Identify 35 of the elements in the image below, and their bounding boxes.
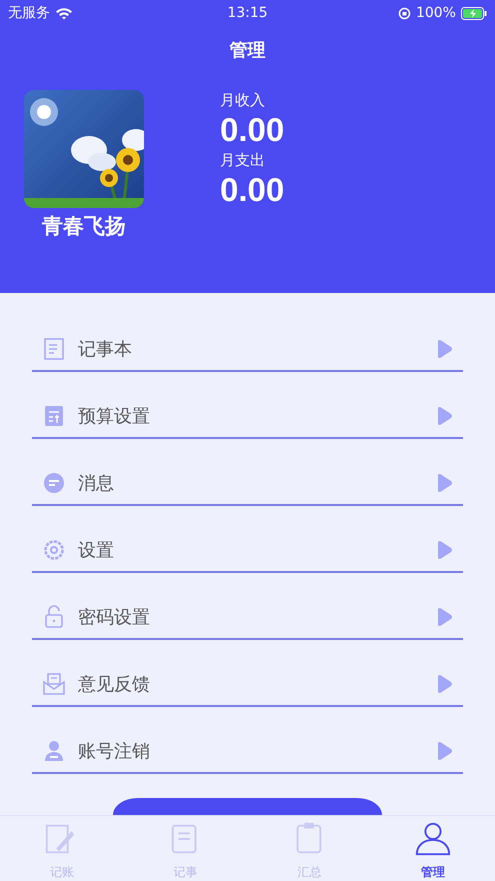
- play-arrow-icon: [435, 607, 453, 627]
- tab-item[interactable]: 管理: [371, 816, 495, 881]
- expense-amount: 0.00: [220, 170, 284, 210]
- action-button[interactable]: [113, 798, 382, 815]
- menu-item[interactable]: 预算设置: [32, 395, 463, 439]
- wifi-icon: [55, 6, 73, 20]
- menu-item[interactable]: 设置: [32, 529, 463, 573]
- play-arrow-icon: [435, 741, 453, 761]
- menu-item-icon: [42, 672, 66, 696]
- income-amount: 0.00: [220, 110, 284, 150]
- play-arrow-icon: [435, 473, 453, 493]
- menu-item[interactable]: 消息: [32, 462, 463, 506]
- menu-item-icon: [42, 471, 66, 495]
- menu-item-icon: [42, 337, 66, 361]
- menu-item[interactable]: 意见反馈: [32, 663, 463, 707]
- clock-time: 13:15: [227, 5, 268, 21]
- menu-item[interactable]: 账号注销: [32, 730, 463, 774]
- page-title: 管理: [228, 39, 266, 62]
- menu-item-icon: [42, 538, 66, 562]
- battery-percent: 100%: [416, 5, 456, 21]
- play-arrow-icon: [435, 540, 453, 560]
- rotation-lock-icon: [398, 6, 411, 20]
- menu-item[interactable]: 密码设置: [32, 596, 463, 640]
- play-arrow-icon: [435, 406, 453, 426]
- menu-item[interactable]: 记事本: [32, 328, 463, 372]
- carrier-text: 无服务: [8, 4, 50, 22]
- menu-item-icon: [42, 404, 66, 428]
- menu-item-icon: [42, 605, 66, 629]
- user-name: 青春飞扬: [42, 213, 126, 240]
- income-label: 月收入: [220, 90, 266, 110]
- expense-label: 月支出: [220, 150, 266, 170]
- battery-icon: [460, 6, 487, 20]
- menu-item-icon: [42, 739, 66, 763]
- play-arrow-icon: [435, 339, 453, 359]
- play-arrow-icon: [435, 674, 453, 694]
